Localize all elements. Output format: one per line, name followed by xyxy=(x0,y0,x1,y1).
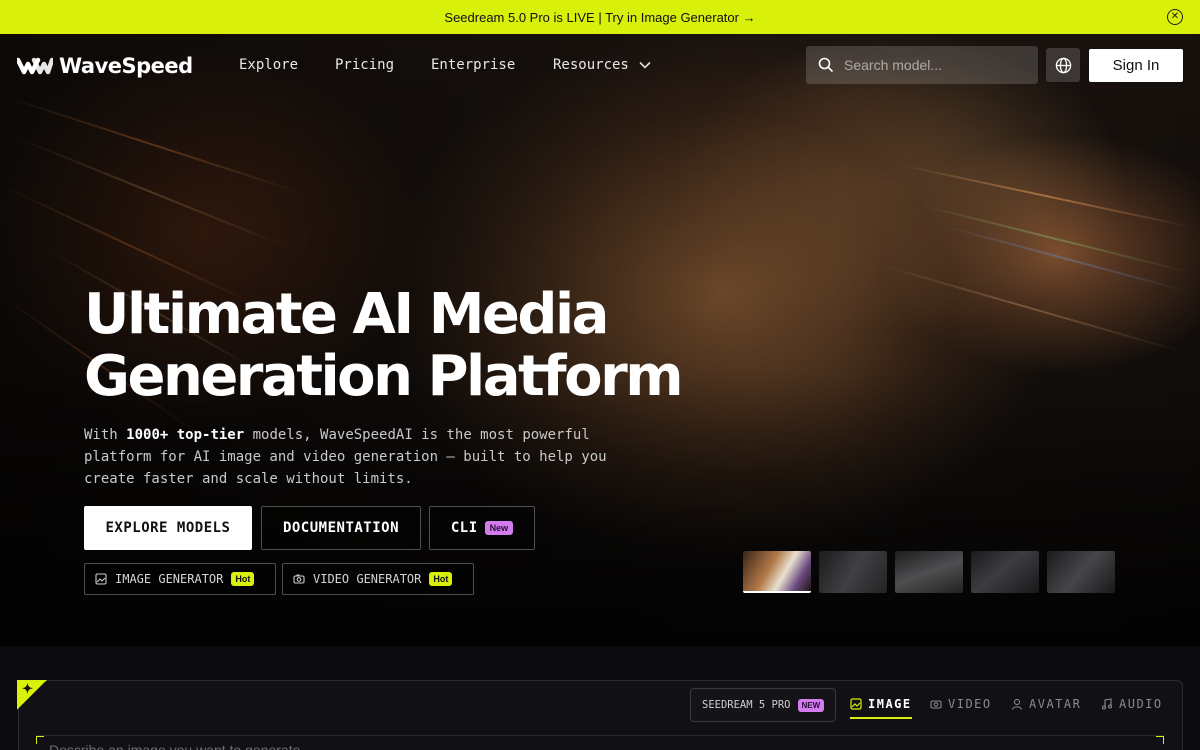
corner-bracket xyxy=(36,736,44,744)
tab-video[interactable]: VIDEO xyxy=(930,697,992,711)
music-note-icon xyxy=(1101,698,1113,710)
brand-name: WaveSpeed xyxy=(59,54,193,78)
search-box[interactable] xyxy=(806,46,1038,84)
wavespeed-logo-icon xyxy=(17,57,53,75)
nav-link-resources[interactable]: Resources xyxy=(553,57,651,73)
tab-video-label: VIDEO xyxy=(948,697,992,711)
video-generator-chip[interactable]: VIDEO GENERATOR Hot xyxy=(282,563,474,595)
model-selector-label: SEEDREAM 5 PRO xyxy=(702,699,791,711)
user-icon xyxy=(1011,698,1023,710)
language-button[interactable] xyxy=(1046,48,1080,82)
resources-label: Resources xyxy=(553,57,629,73)
nav-link-pricing[interactable]: Pricing xyxy=(335,57,394,73)
model-new-badge: NEW xyxy=(797,698,825,712)
hero-thumbnail[interactable] xyxy=(1047,551,1115,593)
globe-icon xyxy=(1055,57,1071,73)
sparkle-icon: ✦ xyxy=(22,681,33,696)
chevron-down-icon xyxy=(639,61,651,69)
top-nav: WaveSpeed Explore Pricing Enterprise Res… xyxy=(0,34,1200,98)
video-generator-label: VIDEO GENERATOR xyxy=(313,572,422,586)
video-camera-icon xyxy=(293,574,305,584)
hero-thumbnail[interactable] xyxy=(819,551,887,593)
tab-image-label: IMAGE xyxy=(868,697,912,711)
description-highlight: 1000+ top-tier xyxy=(126,427,245,443)
search-icon xyxy=(818,57,834,73)
sparkle-corner: ✦ xyxy=(17,680,47,710)
corner-bracket xyxy=(1156,736,1164,744)
tab-avatar-label: AVATAR xyxy=(1029,697,1082,711)
announcement-text[interactable]: Seedream 5.0 Pro is LIVE | Try in Image … xyxy=(444,10,755,25)
headline-line-2: Generation Platform xyxy=(84,344,684,409)
tab-image[interactable]: IMAGE xyxy=(850,697,912,719)
description-prefix: With xyxy=(84,427,127,443)
hero-thumbnail[interactable] xyxy=(743,551,811,593)
nav-link-explore[interactable]: Explore xyxy=(239,57,298,73)
sign-in-button[interactable]: Sign In xyxy=(1089,49,1183,82)
logo[interactable]: WaveSpeed xyxy=(17,54,193,78)
cli-button[interactable]: CLI New xyxy=(429,506,535,550)
hero-thumbnail-strip xyxy=(743,551,1115,593)
close-icon[interactable]: ✕ xyxy=(1167,9,1183,25)
image-generator-label: IMAGE GENERATOR xyxy=(115,572,224,586)
hot-badge: Hot xyxy=(231,572,255,586)
image-generator-chip[interactable]: IMAGE GENERATOR Hot xyxy=(84,563,276,595)
nav-link-enterprise[interactable]: Enterprise xyxy=(431,57,515,73)
headline-line-1: Ultimate AI Media xyxy=(84,282,609,347)
hot-badge: Hot xyxy=(429,572,453,586)
documentation-button[interactable]: DOCUMENTATION xyxy=(261,506,421,550)
cli-label: CLI xyxy=(450,520,478,536)
explore-models-button[interactable]: EXPLORE MODELS xyxy=(84,506,252,550)
new-badge: New xyxy=(484,521,514,535)
image-icon xyxy=(850,698,862,710)
video-camera-icon xyxy=(930,700,942,709)
image-icon xyxy=(95,573,107,585)
prompt-input[interactable] xyxy=(49,742,949,750)
model-selector[interactable]: SEEDREAM 5 PRO NEW xyxy=(690,688,836,722)
hero-thumbnail[interactable] xyxy=(895,551,963,593)
announcement-bar[interactable]: Seedream 5.0 Pro is LIVE | Try in Image … xyxy=(0,0,1200,34)
prompt-area xyxy=(36,735,1164,750)
hero-thumbnail[interactable] xyxy=(971,551,1039,593)
tab-audio-label: AUDIO xyxy=(1119,697,1163,711)
hero-description: With 1000+ top-tier models, WaveSpeedAI … xyxy=(84,424,644,490)
search-input[interactable] xyxy=(844,57,1024,73)
tab-avatar[interactable]: AVATAR xyxy=(1011,697,1081,711)
tab-audio[interactable]: AUDIO xyxy=(1101,697,1163,711)
hero-headline: Ultimate AI Media Generation Platform xyxy=(84,284,804,408)
